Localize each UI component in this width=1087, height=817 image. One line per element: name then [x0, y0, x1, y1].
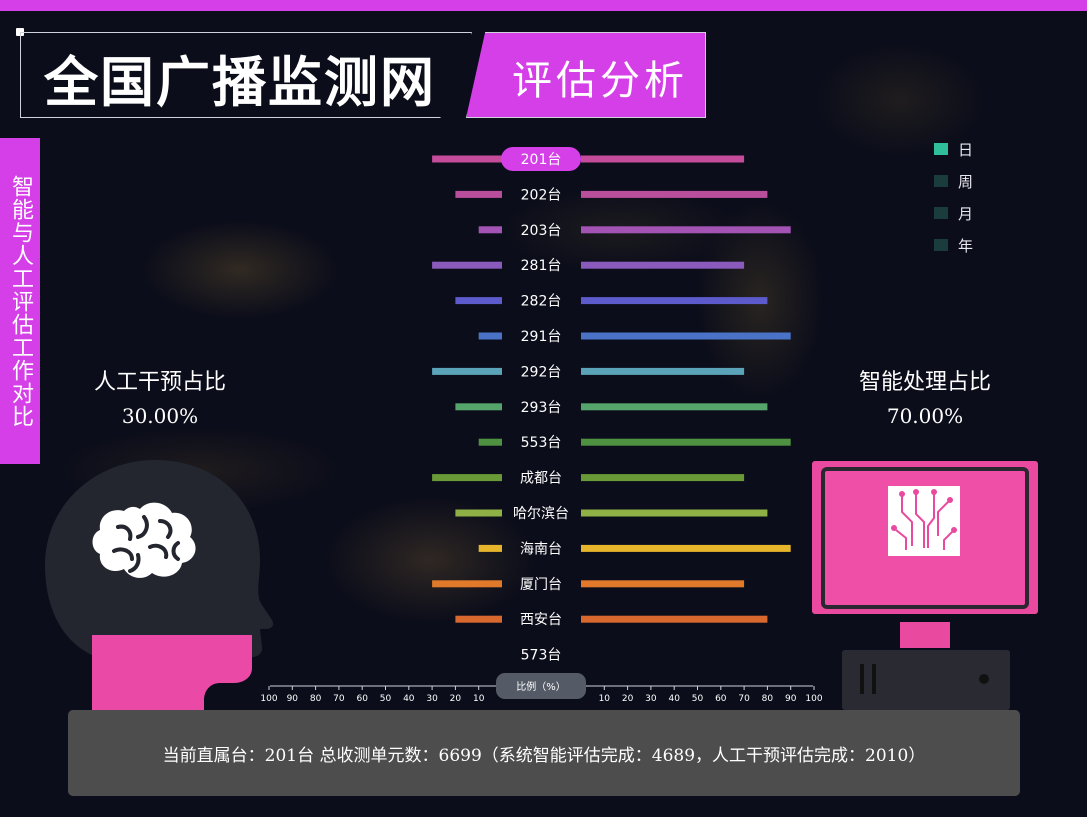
left-tick-label-0: 100 [260, 694, 277, 704]
legend-swatch-year [934, 239, 948, 251]
circuit-chip-icon [888, 486, 960, 556]
right-tick-label-6: 40 [668, 694, 680, 704]
left-bar-2 [478, 226, 502, 234]
left-bar-8 [478, 438, 502, 446]
legend-label-year: 年 [958, 236, 974, 255]
left-bar-12 [432, 580, 502, 588]
right-tick-label-7: 30 [645, 694, 657, 704]
brain-icon [92, 502, 196, 578]
page-title: 全国广播监测网 [44, 51, 436, 114]
right-bar-7 [581, 403, 768, 411]
right-tick-label-2: 80 [762, 694, 774, 704]
chart-legend: 日 周 月 年 [934, 133, 973, 261]
right-bar-3 [581, 261, 745, 269]
left-tick-label-5: 50 [380, 694, 392, 704]
left-bar-1 [455, 190, 502, 198]
category-label-6[interactable]: 292台 [521, 364, 562, 380]
category-label-8[interactable]: 553台 [521, 435, 562, 451]
left-tick-label-2: 80 [310, 694, 322, 704]
category-label-10[interactable]: 哈尔滨台 [513, 506, 569, 522]
left-tick-label-7: 30 [426, 694, 438, 704]
x-axis-title: 比例（%） [516, 680, 566, 693]
category-label-9[interactable]: 成都台 [520, 471, 562, 487]
right-bar-11 [581, 544, 791, 552]
legend-label-day: 日 [958, 140, 974, 159]
category-label-2[interactable]: 203台 [521, 223, 562, 239]
right-tick-label-4: 60 [715, 694, 727, 704]
category-label-11[interactable]: 海南台 [520, 541, 562, 557]
category-label-4[interactable]: 282台 [521, 294, 562, 310]
category-label-3[interactable]: 281台 [521, 258, 562, 274]
base-slot-2 [872, 664, 876, 694]
right-bar-2 [581, 226, 791, 234]
monitor-illustration [812, 461, 1038, 710]
left-tick-label-4: 60 [356, 694, 368, 704]
right-tick-label-0: 100 [805, 694, 822, 704]
left-bar-9 [432, 474, 502, 482]
left-bar-4 [455, 297, 502, 305]
right-bar-13 [581, 615, 768, 623]
axis-label-pill: 比例（%） [496, 673, 586, 699]
category-label-1[interactable]: 202台 [521, 187, 562, 203]
category-label-14[interactable]: 573台 [521, 648, 562, 664]
category-label-0[interactable]: 201台 [521, 152, 562, 168]
right-bar-10 [581, 509, 768, 517]
legend-label-month: 月 [958, 204, 974, 223]
butterfly-bar-chart: 201台 202台 203台 281台 282台 291台 292台 293台 553台成都台哈… [260, 147, 823, 704]
right-bar-12 [581, 580, 745, 588]
left-bar-10 [455, 509, 502, 517]
page-subtitle: 评估分析 [512, 58, 688, 104]
left-tick-label-6: 40 [403, 694, 415, 704]
side-tab[interactable]: 智能与人工评估工作对比 [0, 138, 40, 464]
right-tick-label-1: 90 [785, 694, 797, 704]
legend-item-week[interactable]: 周 [934, 165, 973, 197]
left-bar-11 [478, 544, 502, 552]
human-head-illustration [45, 460, 274, 710]
left-bar-13 [455, 615, 502, 623]
base-slot-1 [860, 664, 864, 694]
left-bar-0 [432, 155, 502, 163]
left-tick-label-1: 90 [287, 694, 299, 704]
legend-item-year[interactable]: 年 [934, 229, 973, 261]
right-tick-label-8: 20 [622, 694, 634, 704]
right-bar-4 [581, 297, 768, 305]
left-bar-5 [478, 332, 502, 340]
monitor-neck [900, 622, 950, 648]
manual-ratio-value: 30.00% [121, 404, 199, 428]
manual-ratio-label: 人工干预占比 [93, 370, 226, 395]
legend-swatch-month [934, 207, 948, 219]
category-label-13[interactable]: 西安台 [520, 612, 562, 628]
smart-ratio-value: 70.00% [886, 404, 964, 428]
right-tick-label-3: 70 [738, 694, 750, 704]
right-bar-0 [581, 155, 745, 163]
status-footer: 当前直属台：201台 总收测单元数：6699（系统智能评估完成：4689，人工干… [68, 710, 1020, 796]
legend-item-month[interactable]: 月 [934, 197, 973, 229]
legend-swatch-week [934, 175, 948, 187]
smart-ratio-label: 智能处理占比 [858, 370, 991, 395]
category-label-12[interactable]: 厦门台 [520, 577, 562, 593]
footer-summary-text: 当前直属台：201台 总收测单元数：6699（系统智能评估完成：4689，人工干… [162, 745, 926, 766]
left-bar-3 [432, 261, 502, 269]
right-bar-5 [581, 332, 791, 340]
left-tick-label-3: 70 [333, 694, 345, 704]
face-pink-fill [92, 635, 252, 710]
left-bar-6 [432, 367, 502, 375]
right-tick-label-9: 10 [599, 694, 611, 704]
top-accent-bar [0, 0, 1087, 11]
category-label-5[interactable]: 291台 [521, 329, 562, 345]
left-bar-7 [455, 403, 502, 411]
left-tick-label-8: 20 [450, 694, 462, 704]
right-bar-9 [581, 474, 745, 482]
category-label-7[interactable]: 293台 [521, 400, 562, 416]
right-tick-label-5: 50 [692, 694, 704, 704]
right-bar-1 [581, 190, 768, 198]
legend-swatch-day [934, 143, 948, 155]
left-tick-label-9: 10 [473, 694, 485, 704]
side-tab-label: 智能与人工评估工作对比 [8, 174, 33, 428]
right-bar-8 [581, 438, 791, 446]
right-bar-6 [581, 367, 745, 375]
legend-label-week: 周 [958, 172, 974, 191]
power-button-icon [979, 674, 989, 684]
legend-item-day[interactable]: 日 [934, 133, 973, 165]
